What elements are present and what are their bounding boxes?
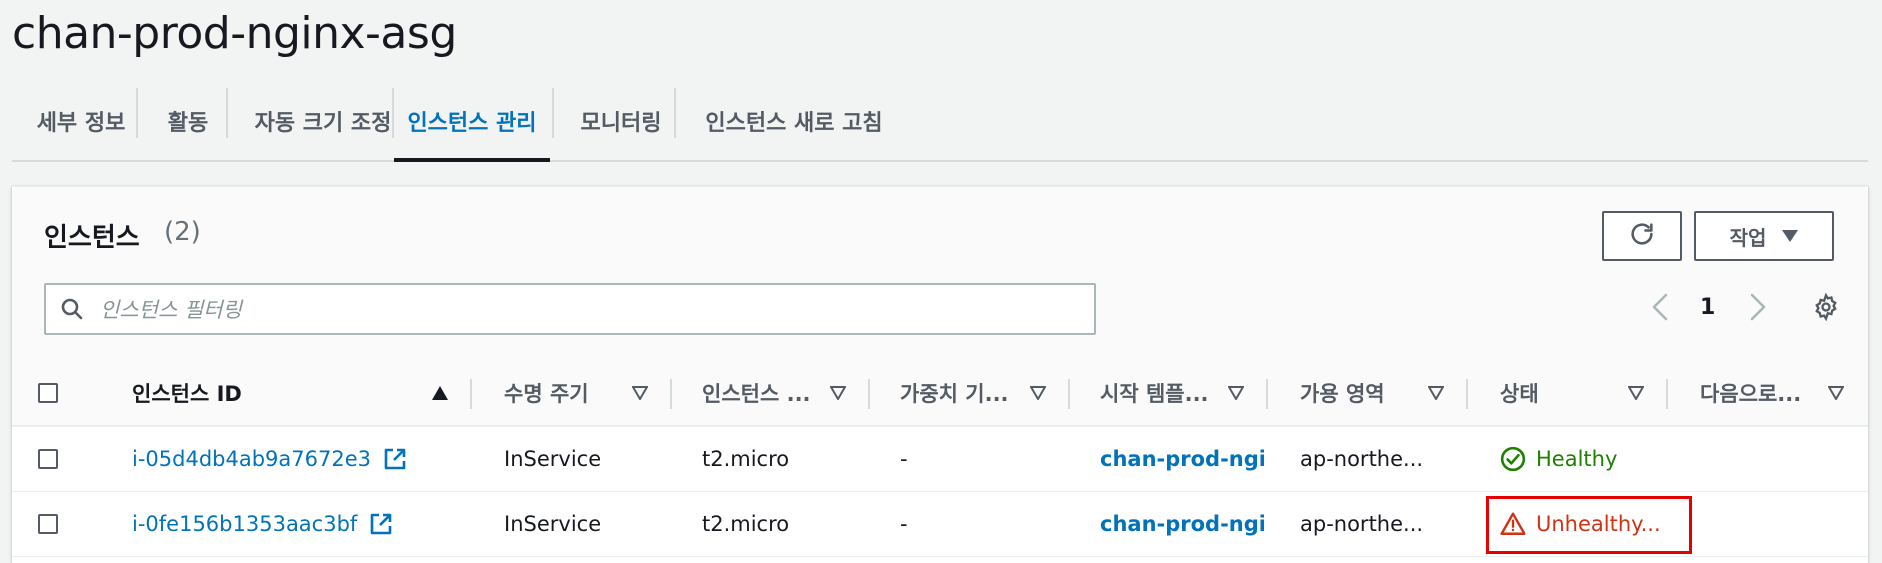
- chevron-right-icon[interactable]: [1748, 291, 1768, 327]
- sort-icon[interactable]: [631, 385, 649, 404]
- actions-label: 작업: [1729, 225, 1767, 250]
- tab-details[interactable]: 세부 정보: [30, 82, 132, 160]
- tab-auto-scaling[interactable]: 자동 크기 조정: [242, 82, 404, 160]
- panel-header: 인스턴스 (2) 작업 인스턴스 필터링 1: [12, 187, 1868, 362]
- status-text: Healthy: [1536, 447, 1618, 471]
- sort-icon[interactable]: [1029, 385, 1047, 404]
- instance-id-link[interactable]: i-05d4db4ab9a7672e3: [132, 427, 407, 491]
- page-number[interactable]: 1: [1700, 295, 1715, 320]
- column-divider: [470, 379, 472, 409]
- column-header-availability-zone[interactable]: 가용 영역: [1300, 361, 1385, 425]
- weight-cell: -: [900, 447, 908, 471]
- table-row: i-05d4db4ab9a7672e3 InService t2.micro -…: [12, 427, 1868, 492]
- lifecycle-cell: InService: [504, 512, 602, 536]
- panel-title: 인스턴스: [44, 223, 140, 253]
- column-divider: [1068, 379, 1070, 409]
- gear-icon[interactable]: [1812, 292, 1840, 325]
- external-link-icon[interactable]: [369, 512, 393, 536]
- tab-instance-refresh[interactable]: 인스턴스 새로 고침: [688, 82, 900, 160]
- refresh-button[interactable]: [1602, 211, 1682, 261]
- column-divider: [670, 379, 672, 409]
- status-text: Unhealthy...: [1536, 512, 1661, 536]
- launch-template-link[interactable]: chan-prod-ngin: [1100, 492, 1264, 556]
- tab-bar: 세부 정보 활동 자동 크기 조정 인스턴스 관리 모니터링 인스턴스 새로 고…: [12, 82, 1868, 162]
- table-row: i-0fe156b1353aac3bf InService t2.micro -…: [12, 492, 1868, 557]
- column-header-instance-type[interactable]: 인스턴스 ...: [702, 361, 811, 425]
- column-header-weight[interactable]: 가중치 기...: [900, 361, 1009, 425]
- row-checkbox[interactable]: [38, 514, 58, 534]
- sort-icon[interactable]: [1627, 385, 1645, 404]
- sort-icon[interactable]: [1427, 385, 1445, 404]
- sort-icon[interactable]: [829, 385, 847, 404]
- actions-button[interactable]: 작업: [1694, 211, 1834, 261]
- availability-zone-cell: ap-northe...: [1300, 447, 1424, 471]
- launch-template[interactable]: chan-prod-ngin: [1100, 512, 1264, 536]
- refresh-icon: [1628, 220, 1656, 253]
- lifecycle-cell: InService: [504, 447, 602, 471]
- availability-zone-cell: ap-northe...: [1300, 512, 1424, 536]
- tab-divider: [136, 88, 138, 138]
- column-header-next[interactable]: 다음으로...: [1700, 361, 1801, 425]
- page-title: chan-prod-nginx-asg: [12, 8, 457, 59]
- instance-id[interactable]: i-05d4db4ab9a7672e3: [132, 447, 371, 471]
- launch-template-link[interactable]: chan-prod-ngin: [1100, 427, 1264, 491]
- tab-divider: [674, 88, 676, 138]
- column-header-status[interactable]: 상태: [1500, 361, 1539, 425]
- external-link-icon[interactable]: [383, 447, 407, 471]
- status-cell: Healthy: [1500, 427, 1617, 491]
- column-header-launch-template[interactable]: 시작 템플...: [1100, 361, 1209, 425]
- tab-monitoring[interactable]: 모니터링: [566, 82, 676, 160]
- column-divider: [1266, 379, 1268, 409]
- table-header: 인스턴스 ID 수명 주기 인스턴스 ... 가중치 기... 시작 템플...…: [12, 361, 1868, 427]
- tab-divider: [226, 88, 228, 138]
- tab-instance-management[interactable]: 인스턴스 관리: [394, 82, 550, 162]
- instance-id[interactable]: i-0fe156b1353aac3bf: [132, 512, 357, 536]
- status-cell: Unhealthy...: [1500, 492, 1661, 556]
- column-divider: [1466, 379, 1468, 409]
- sort-icon[interactable]: [1227, 385, 1245, 404]
- instance-count: (2): [164, 217, 201, 247]
- instance-type-cell: t2.micro: [702, 512, 790, 536]
- instance-id-link[interactable]: i-0fe156b1353aac3bf: [132, 492, 393, 556]
- sort-ascending-icon[interactable]: [432, 385, 448, 404]
- column-header-lifecycle[interactable]: 수명 주기: [504, 361, 589, 425]
- chevron-left-icon[interactable]: [1650, 291, 1670, 327]
- tab-divider: [552, 88, 554, 138]
- instance-type-cell: t2.micro: [702, 447, 790, 471]
- row-checkbox[interactable]: [38, 449, 58, 469]
- weight-cell: -: [900, 512, 908, 536]
- select-all-checkbox[interactable]: [38, 383, 58, 403]
- warning-icon: [1500, 511, 1526, 537]
- sort-icon[interactable]: [1827, 385, 1845, 404]
- column-divider: [868, 379, 870, 409]
- column-divider: [1666, 379, 1668, 409]
- caret-down-icon: [1782, 230, 1799, 242]
- search-input[interactable]: [98, 285, 1062, 335]
- column-header-instance-id[interactable]: 인스턴스 ID: [132, 361, 242, 425]
- check-circle-icon: [1500, 446, 1526, 472]
- search-box: [44, 283, 1096, 335]
- tab-activity[interactable]: 활동: [152, 82, 224, 160]
- instances-panel: 인스턴스 (2) 작업 인스턴스 필터링 1 인스턴스 ID 수명 주기 인스턴…: [12, 186, 1868, 563]
- launch-template[interactable]: chan-prod-ngin: [1100, 447, 1264, 471]
